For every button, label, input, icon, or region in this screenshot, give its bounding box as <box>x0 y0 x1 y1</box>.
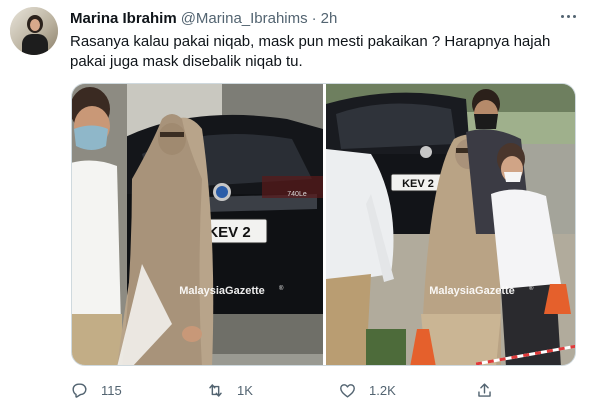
share-button[interactable] <box>475 378 494 402</box>
retweet-icon <box>209 383 222 397</box>
reply-button[interactable]: 115 <box>70 378 122 402</box>
author-name[interactable]: Marina Ibrahim <box>70 10 177 27</box>
more-options-icon[interactable] <box>558 8 578 24</box>
share-icon <box>478 382 491 397</box>
retweet-count: 1K <box>237 382 253 398</box>
car-badge-text: 740Le <box>287 191 307 198</box>
tweet-header: Marina Ibrahim @Marina_Ibrahims · 2h <box>70 8 337 28</box>
avatar[interactable] <box>10 7 58 55</box>
reply-count: 115 <box>101 382 122 398</box>
media-grid: KEV 2 740Le MalaysiaGazette ® KEV 2 Mala… <box>71 83 576 366</box>
retweet-button[interactable]: 1K <box>206 378 253 402</box>
license-plate-text: KEV 2 <box>207 224 250 241</box>
watermark-text: MalaysiaGazette <box>179 285 265 297</box>
separator-dot: · <box>311 9 317 27</box>
watermark-mark: ® <box>529 285 534 292</box>
author-handle[interactable]: @Marina_Ibrahims <box>181 10 308 27</box>
tweet-text: Rasanya kalau pakai niqab, mask pun mest… <box>70 33 551 70</box>
photo-2[interactable]: KEV 2 MalaysiaGazette ® <box>326 84 575 365</box>
tweet-actions: 115 1K 1.2K <box>70 378 550 402</box>
heart-icon <box>340 383 355 398</box>
watermark-mark: ® <box>279 285 284 292</box>
photo-1[interactable]: KEV 2 740Le MalaysiaGazette ® <box>72 84 323 365</box>
like-count: 1.2K <box>369 382 396 398</box>
like-button[interactable]: 1.2K <box>338 378 396 402</box>
reply-icon <box>72 382 87 398</box>
tweet-card[interactable]: Marina Ibrahim @Marina_Ibrahims · 2h Ras… <box>0 0 592 403</box>
watermark-text: MalaysiaGazette <box>429 285 515 297</box>
license-plate-text: KEV 2 <box>402 178 434 190</box>
tweet-timestamp[interactable]: 2h <box>321 10 338 27</box>
